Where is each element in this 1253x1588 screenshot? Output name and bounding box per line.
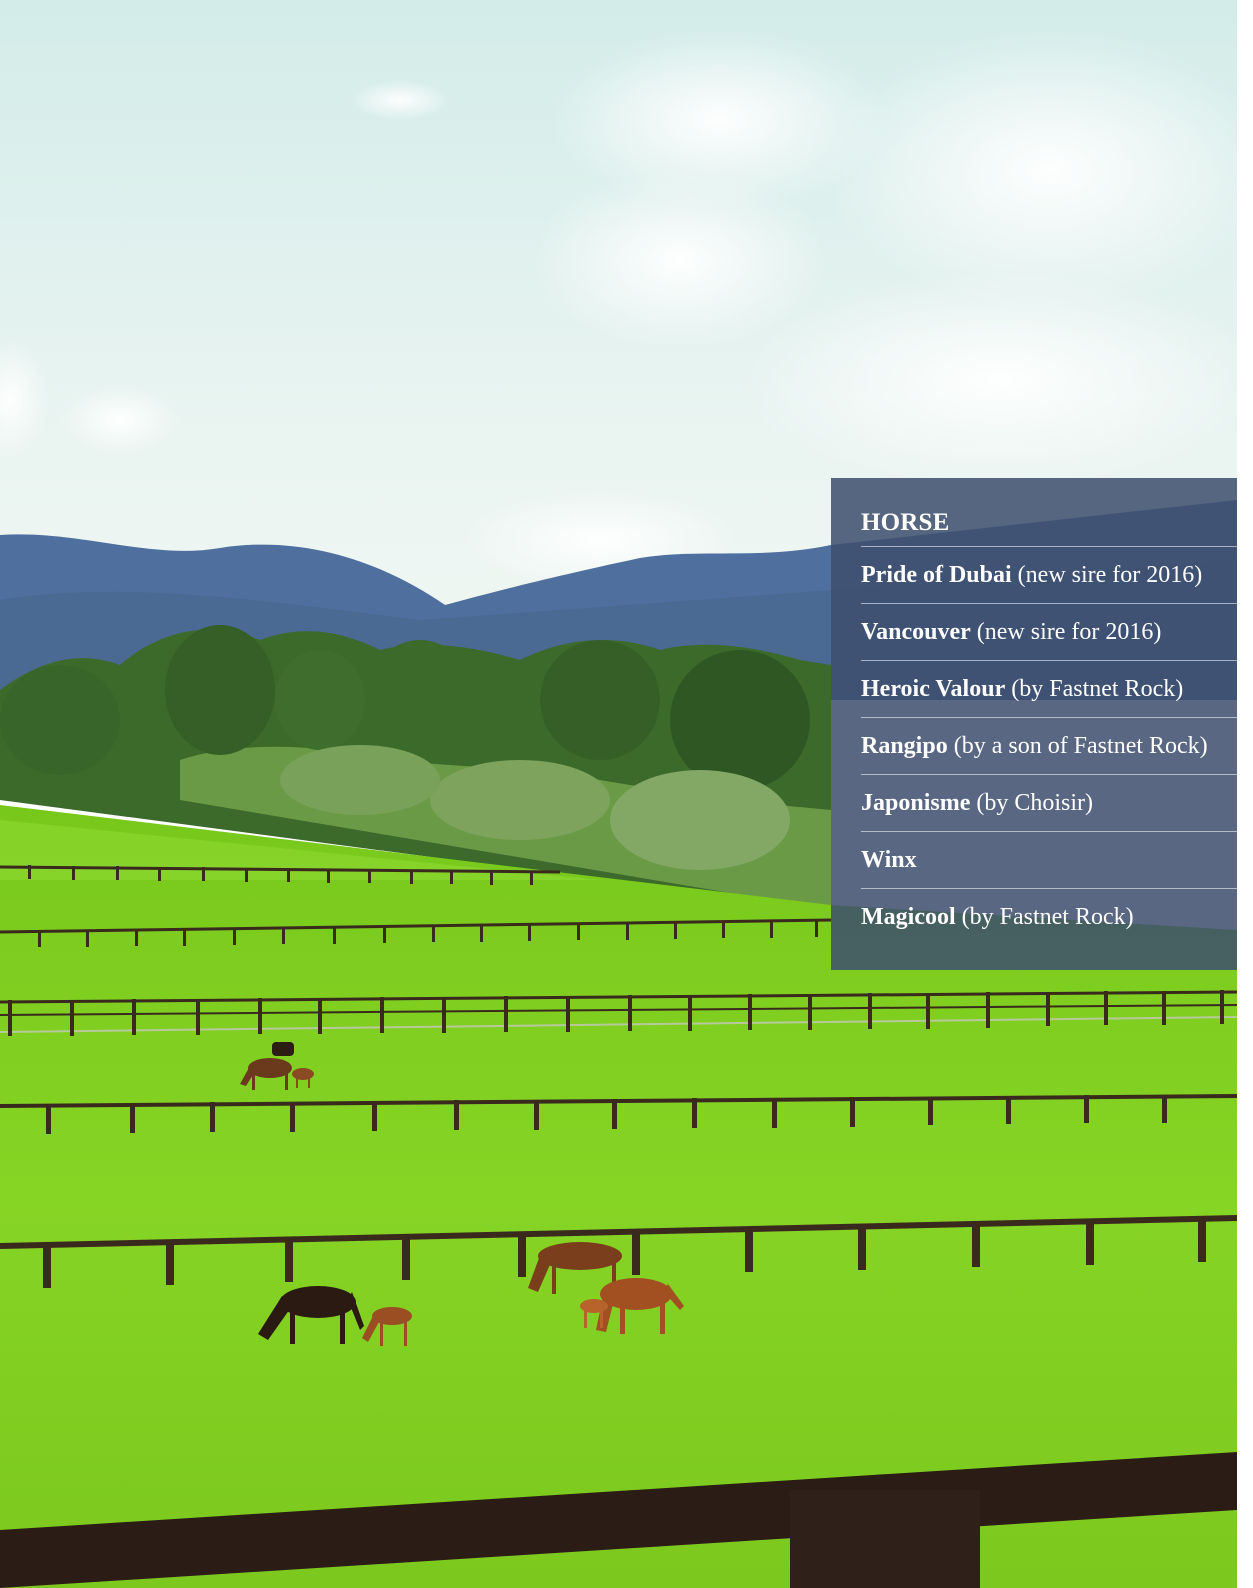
horse-note: (new sire for 2016) [976, 619, 1162, 645]
horse-note: (by a son of Fastnet Rock) [953, 733, 1208, 759]
horse-note: (by Fastnet Rock) [1011, 676, 1184, 702]
horse-name: Rangipo [861, 733, 948, 759]
horse-name: Japonisme [861, 790, 971, 816]
list-item: Vancouver (new sire for 2016) [861, 604, 1237, 661]
horse-name: Vancouver [861, 619, 971, 645]
panel-header: HORSE [861, 506, 1237, 547]
horse-list-panel: HORSE Pride of Dubai (new sire for 2016)… [831, 478, 1237, 970]
horse-name: Magicool [861, 904, 956, 930]
horse-name: Winx [861, 847, 917, 873]
list-item: Japonisme (by Choisir) [861, 775, 1237, 832]
horse-note: (by Choisir) [976, 790, 1094, 816]
list-item: Rangipo (by a son of Fastnet Rock) [861, 718, 1237, 775]
horse-name: Heroic Valour [861, 676, 1006, 702]
page-margin [1237, 0, 1253, 1588]
horse-name: Pride of Dubai [861, 562, 1012, 588]
list-item: Heroic Valour (by Fastnet Rock) [861, 661, 1237, 718]
list-item: Winx [861, 832, 1237, 889]
list-item: Pride of Dubai (new sire for 2016) [861, 547, 1237, 604]
list-item: Magicool (by Fastnet Rock) [861, 889, 1237, 945]
horse-note: (by Fastnet Rock) [961, 904, 1134, 930]
horse-note: (new sire for 2016) [1017, 562, 1203, 588]
farm-scene: HORSE Pride of Dubai (new sire for 2016)… [0, 0, 1253, 1588]
